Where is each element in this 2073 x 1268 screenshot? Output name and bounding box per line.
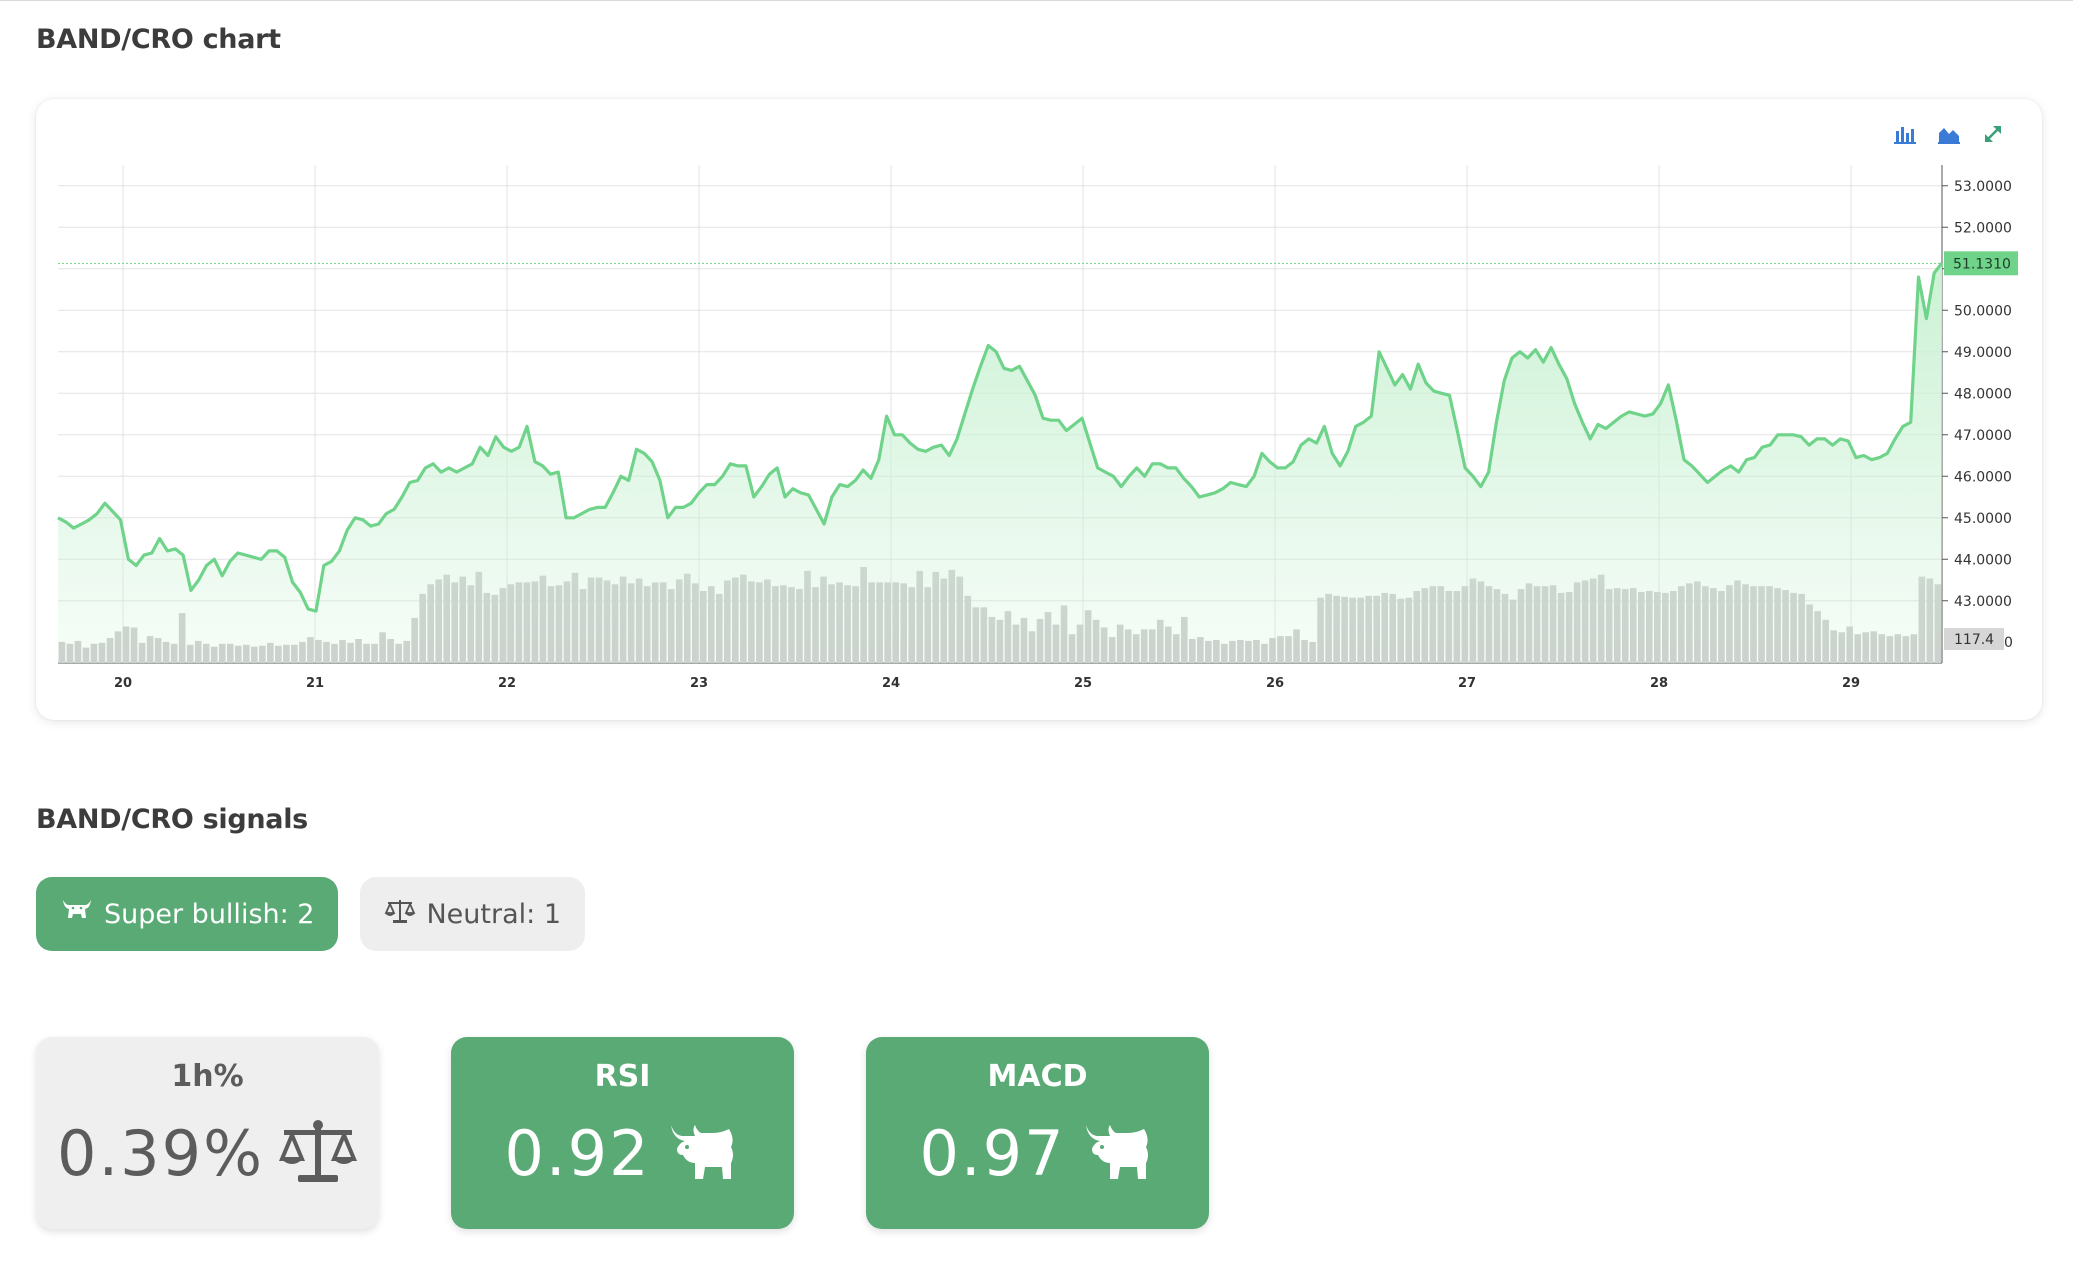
y-tick-label: 44.0000 — [1954, 552, 2012, 568]
indicator-value: 0.39% — [57, 1117, 264, 1190]
scales-icon — [278, 1119, 358, 1189]
y-tick-label: 46.0000 — [1954, 469, 2012, 485]
indicator-cards: 1h% 0.39% RSI 0.92 MACD 0.97 — [36, 1037, 1209, 1229]
neutral-pill[interactable]: Neutral: 1 — [360, 877, 585, 951]
indicator-card-1h[interactable]: 1h% 0.39% — [36, 1037, 379, 1229]
area-chart-icon[interactable] — [1934, 119, 1964, 149]
volume-zero-label: 0 — [2004, 635, 2013, 651]
neutral-label: Neutral: 1 — [426, 898, 561, 930]
super-bullish-pill[interactable]: Super bullish: 2 — [36, 877, 339, 951]
y-tick-label: 47.0000 — [1954, 428, 2012, 444]
indicator-card-macd[interactable]: MACD 0.97 — [866, 1037, 1209, 1229]
super-bullish-label: Super bullish: 2 — [104, 898, 315, 930]
chart-card: 20 21 22 23 24 25 26 27 28 29 53.0000 52.0000 50.000… — [36, 99, 2042, 720]
indicator-card-rsi[interactable]: RSI 0.92 — [451, 1037, 794, 1229]
top-divider — [0, 0, 2073, 1]
indicator-label: MACD — [987, 1059, 1088, 1094]
y-tick-label: 48.0000 — [1954, 386, 2012, 402]
x-tick-label: 23 — [690, 676, 708, 691]
chart-toolbar — [1890, 119, 2008, 149]
x-tick-label: 28 — [1650, 676, 1668, 691]
price-chart[interactable]: 20 21 22 23 24 25 26 27 28 29 53.0000 52.0000 50.000… — [36, 99, 2042, 720]
bull-icon — [1080, 1119, 1156, 1189]
bull-icon — [665, 1119, 741, 1189]
x-tick-label: 21 — [306, 676, 324, 691]
y-tick-label: 43.0000 — [1954, 594, 2012, 610]
indicator-value: 0.92 — [504, 1117, 651, 1190]
expand-icon[interactable] — [1978, 119, 2008, 149]
y-tick-label: 49.0000 — [1954, 345, 2012, 361]
indicator-label: RSI — [594, 1059, 651, 1094]
signal-summary: Super bullish: 2 Neutral: 1 — [36, 877, 585, 951]
y-tick-label: 52.0000 — [1954, 220, 2012, 236]
x-tick-label: 20 — [114, 676, 132, 691]
volume-label: 117.4 — [1954, 632, 1994, 648]
y-tick-label: 50.0000 — [1954, 303, 2012, 319]
x-tick-label: 24 — [882, 676, 900, 691]
bar-chart-icon[interactable] — [1890, 119, 1920, 149]
x-tick-label: 25 — [1074, 676, 1092, 691]
scales-icon — [384, 897, 416, 932]
y-tick-label: 53.0000 — [1954, 179, 2012, 195]
chart-section-title: BAND/CRO chart — [36, 24, 281, 55]
x-tick-label: 27 — [1458, 676, 1476, 691]
indicator-value: 0.97 — [919, 1117, 1066, 1190]
signals-section-title: BAND/CRO signals — [36, 804, 308, 835]
bull-icon — [60, 896, 94, 933]
indicator-label: 1h% — [171, 1059, 244, 1094]
y-tick-label: 45.0000 — [1954, 511, 2012, 527]
x-tick-label: 22 — [498, 676, 516, 691]
x-tick-label: 29 — [1842, 676, 1860, 691]
last-price-label: 51.1310 — [1953, 256, 2011, 272]
x-tick-label: 26 — [1266, 676, 1284, 691]
